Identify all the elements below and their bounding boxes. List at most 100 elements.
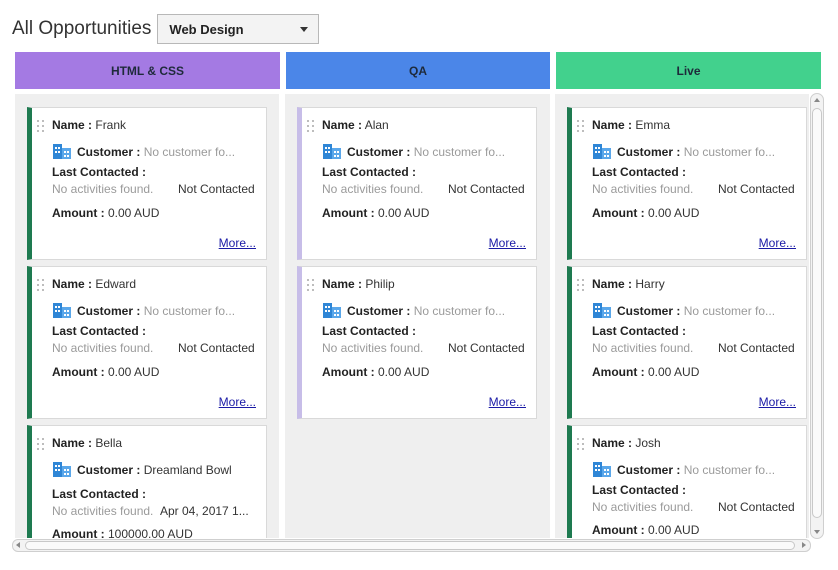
column-title: QA <box>409 63 427 78</box>
contact-status: Not Contacted <box>448 341 525 355</box>
column-title: Live <box>676 63 701 78</box>
opportunity-card[interactable]: Name : Harry Customer : No customer fo..… <box>567 266 807 419</box>
opportunity-name: Frank <box>95 118 127 132</box>
amount-value: 0.00 AUD <box>108 365 160 379</box>
column-header-html-css[interactable]: HTML & CSS <box>15 52 280 89</box>
activity-value: No activities found. <box>592 500 694 514</box>
column-qa: Name : Alan Customer : No customer fo...… <box>285 94 550 538</box>
contact-status: Not Contacted <box>178 341 255 355</box>
more-link[interactable]: More... <box>489 395 526 409</box>
drag-handle-icon[interactable] <box>37 279 46 291</box>
contact-status: Not Contacted <box>178 182 255 196</box>
customer-label: Customer : <box>77 463 141 477</box>
customer-value: No customer fo... <box>413 145 506 159</box>
drag-handle-icon[interactable] <box>577 120 586 132</box>
last-contacted-label: Last Contacted : <box>322 324 417 338</box>
opportunity-card[interactable]: Name : Josh Customer : No customer fo...… <box>567 425 807 538</box>
opportunity-name: Emma <box>635 118 671 132</box>
drag-handle-icon[interactable] <box>577 279 586 291</box>
activity-value: No activities found. <box>52 182 154 196</box>
scroll-down-icon[interactable] <box>814 530 820 534</box>
building-icon <box>53 462 71 477</box>
last-contacted-label: Last Contacted : <box>52 324 147 338</box>
vertical-scrollbar[interactable] <box>810 93 824 539</box>
building-icon <box>593 462 611 477</box>
name-label: Name : <box>592 277 633 291</box>
customer-value: No customer fo... <box>413 304 506 318</box>
name-label: Name : <box>592 118 633 132</box>
customer-value: No customer fo... <box>683 304 776 318</box>
last-contacted-label: Last Contacted : <box>322 165 417 179</box>
page-header: All Opportunities Web Design <box>12 14 320 44</box>
contact-status: Not Contacted <box>718 182 795 196</box>
customer-value: No customer fo... <box>143 145 236 159</box>
customer-label: Customer : <box>617 304 681 318</box>
building-icon <box>53 144 71 159</box>
amount-label: Amount : <box>52 206 105 220</box>
opportunity-name: Harry <box>635 277 665 291</box>
amount-label: Amount : <box>322 206 375 220</box>
amount-value: 0.00 AUD <box>378 206 430 220</box>
last-contacted-label: Last Contacted : <box>52 487 147 501</box>
more-link[interactable]: More... <box>219 236 256 250</box>
amount-label: Amount : <box>52 527 105 538</box>
drag-handle-icon[interactable] <box>37 438 46 450</box>
activity-value: No activities found. <box>322 341 424 355</box>
amount-label: Amount : <box>592 523 645 537</box>
column-header-live[interactable]: Live <box>556 52 821 89</box>
customer-label: Customer : <box>617 145 681 159</box>
opportunity-card[interactable]: Name : Frank Customer : No customer fo..… <box>27 107 267 260</box>
horizontal-scroll-thumb[interactable] <box>25 541 795 550</box>
drag-handle-icon[interactable] <box>307 279 316 291</box>
amount-label: Amount : <box>52 365 105 379</box>
more-link[interactable]: More... <box>759 395 796 409</box>
activity-value: No activities found. <box>592 182 694 196</box>
name-label: Name : <box>52 436 93 450</box>
amount-value: 0.00 AUD <box>648 523 700 537</box>
drag-handle-icon[interactable] <box>577 438 586 450</box>
opportunity-name: Philip <box>365 277 395 291</box>
customer-label: Customer : <box>347 145 411 159</box>
name-label: Name : <box>592 436 633 450</box>
drag-handle-icon[interactable] <box>307 120 316 132</box>
opportunity-card[interactable]: Name : Bella Customer : Dreamland Bowl L… <box>27 425 267 538</box>
amount-label: Amount : <box>592 365 645 379</box>
name-label: Name : <box>322 277 363 291</box>
scroll-up-icon[interactable] <box>814 98 820 102</box>
activity-value: No activities found. <box>52 504 154 518</box>
column-live: Name : Emma Customer : No customer fo...… <box>555 94 809 538</box>
amount-value: 0.00 AUD <box>648 206 700 220</box>
name-label: Name : <box>322 118 363 132</box>
last-contacted-label: Last Contacted : <box>592 324 687 338</box>
drag-handle-icon[interactable] <box>37 120 46 132</box>
customer-label: Customer : <box>347 304 411 318</box>
opportunity-card[interactable]: Name : Edward Customer : No customer fo.… <box>27 266 267 419</box>
opportunity-card[interactable]: Name : Philip Customer : No customer fo.… <box>297 266 537 419</box>
amount-value: 0.00 AUD <box>378 365 430 379</box>
vertical-scroll-thumb[interactable] <box>812 108 822 518</box>
opportunity-card[interactable]: Name : Emma Customer : No customer fo...… <box>567 107 807 260</box>
pipeline-select[interactable]: Web Design <box>157 14 320 44</box>
chevron-down-icon <box>300 26 309 32</box>
more-link[interactable]: More... <box>759 236 796 250</box>
amount-value: 0.00 AUD <box>108 206 160 220</box>
contact-status: Not Contacted <box>718 341 795 355</box>
contact-status: Not Contacted <box>718 500 795 514</box>
scroll-right-icon[interactable] <box>802 542 806 548</box>
horizontal-scrollbar[interactable] <box>12 539 811 552</box>
amount-label: Amount : <box>592 206 645 220</box>
more-link[interactable]: More... <box>489 236 526 250</box>
amount-label: Amount : <box>322 365 375 379</box>
column-header-qa[interactable]: QA <box>286 52 550 89</box>
customer-value: No customer fo... <box>683 145 776 159</box>
activity-value: No activities found. <box>592 341 694 355</box>
customer-value: No customer fo... <box>683 463 776 477</box>
opportunity-name: Edward <box>95 277 137 291</box>
customer-label: Customer : <box>77 145 141 159</box>
customer-label: Customer : <box>77 304 141 318</box>
more-link[interactable]: More... <box>219 395 256 409</box>
building-icon <box>593 303 611 318</box>
scroll-left-icon[interactable] <box>16 542 20 548</box>
amount-value: 0.00 AUD <box>648 365 700 379</box>
opportunity-card[interactable]: Name : Alan Customer : No customer fo...… <box>297 107 537 260</box>
